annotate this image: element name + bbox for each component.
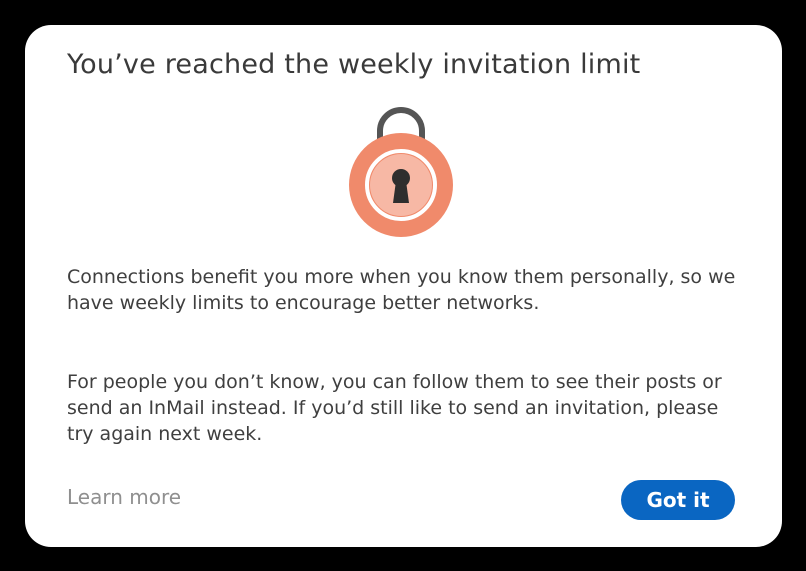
got-it-button[interactable]: Got it xyxy=(621,480,735,520)
dialog-title: You’ve reached the weekly invitation lim… xyxy=(67,49,641,80)
learn-more-link[interactable]: Learn more xyxy=(67,485,181,509)
padlock-icon xyxy=(349,107,453,237)
dialog-paragraph-1: Connections benefit you more when you kn… xyxy=(67,266,736,314)
invitation-limit-dialog: You’ve reached the weekly invitation lim… xyxy=(25,25,782,547)
dialog-paragraph-2: For people you don’t know, you can follo… xyxy=(67,371,722,445)
